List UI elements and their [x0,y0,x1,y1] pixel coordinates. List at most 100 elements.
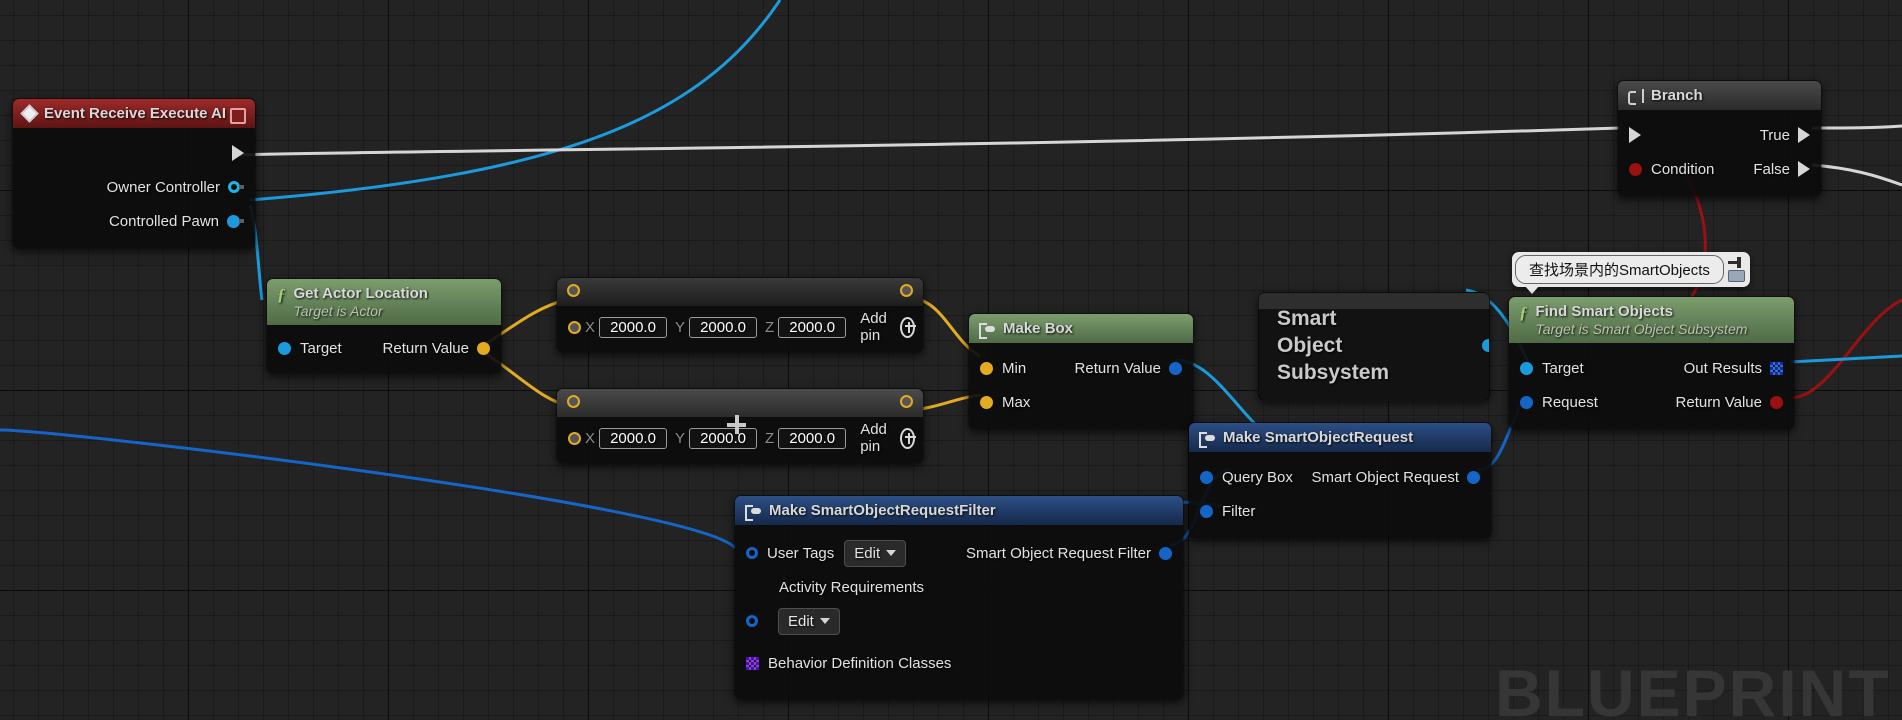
struct-pin[interactable] [1200,504,1213,518]
pin-icon[interactable] [1727,257,1743,268]
pin-row-query-box[interactable]: Query Box Smart Object Request [1189,460,1491,494]
z-input[interactable]: 2000.0 [778,427,847,449]
pin-row-controlled-pawn[interactable]: Controlled Pawn [13,204,255,238]
pin-row-min[interactable]: Min Return Value [969,351,1193,385]
array-grid-icon[interactable] [1770,361,1783,375]
node-make-vector-2[interactable]: X 2000.0 Y 2000.0 Z 2000.0 Add pin [556,388,924,464]
bool-pin[interactable] [1629,162,1642,176]
comment-bubble[interactable]: 查找场景内的SmartObjects [1512,252,1750,294]
vector-fields-row[interactable]: X 2000.0 Y 2000.0 Z 2000.0 Add pin [557,310,923,344]
node-header[interactable]: Make SmartObjectRequestFilter [735,496,1183,525]
vector-output-pin[interactable] [900,395,913,408]
pin-row-target[interactable]: Target Return Value [267,331,501,365]
add-pin-button[interactable]: Add pin [860,421,916,455]
object-pin[interactable] [278,341,291,355]
vector-input-pin-top[interactable] [567,395,580,408]
z-axis-label: Z [765,429,775,447]
vector-input-pin-top[interactable] [567,284,580,297]
pin-row-activity-requirements[interactable]: Edit [735,601,1183,641]
pin-row-filter[interactable]: Filter [1189,494,1491,528]
struct-pin-hollow[interactable] [746,615,758,627]
struct-pin[interactable] [1200,470,1213,484]
y-input[interactable]: 2000.0 [689,316,758,338]
pin-row-owner-controller[interactable]: Owner Controller [13,170,255,204]
array-grid-icon[interactable] [746,656,759,670]
blueprint-graph-canvas[interactable]: BLUEPRINT Event Receive Execute AI Owner… [0,0,1902,720]
node-title: Make Box [1003,320,1074,337]
object-output-pin[interactable] [1482,339,1489,352]
node-header[interactable]: Make Box [969,314,1193,343]
subsystem-line-1: Smart [1277,307,1337,331]
min-label: Min [1002,359,1027,377]
stop-square-icon[interactable] [230,108,246,124]
plus-circle-icon[interactable] [899,427,916,449]
node-make-smart-object-request-filter[interactable]: Make SmartObjectRequestFilter User Tags … [734,495,1184,700]
behavior-definition-classes-row[interactable]: Behavior Definition Classes [735,641,1183,685]
pin-row-max[interactable]: Max [969,385,1193,419]
struct-pin[interactable] [1159,546,1172,560]
node-header[interactable] [557,389,923,417]
subsystem-line-3: Subsystem [1277,360,1390,384]
node-event-receive-execute-ai[interactable]: Event Receive Execute AI Owner Controlle… [12,98,256,249]
vector-pin[interactable] [980,361,993,375]
pin-row-condition[interactable]: Condition False [1618,152,1821,186]
add-pin-button[interactable]: Add pin [860,310,916,344]
exec-out-false-pin[interactable] [1798,161,1810,177]
node-title: Make SmartObjectRequest [1223,429,1414,446]
struct-make-icon [1199,431,1215,448]
vector-fields-row[interactable]: X 2000.0 Y 2000.0 Z 2000.0 Add pin [557,421,923,455]
node-header[interactable]: Event Receive Execute AI [13,99,255,128]
keyboard-icon[interactable] [1727,270,1745,282]
exec-out-pin[interactable] [232,145,244,161]
vector-output-pin[interactable] [900,284,913,297]
node-header[interactable]: ƒ Find Smart Objects Target is Smart Obj… [1509,297,1794,343]
plus-circle-icon[interactable] [899,316,916,338]
node-find-smart-objects[interactable]: ƒ Find Smart Objects Target is Smart Obj… [1508,296,1795,430]
activity-edit-button[interactable]: Edit [778,607,840,635]
exec-in-pin[interactable] [1629,127,1641,143]
pin-row-request[interactable]: Request Return Value [1509,385,1794,419]
node-get-actor-location[interactable]: ƒ Get Actor Location Target is Actor Tar… [266,278,502,374]
node-body: Smart Object Subsystem [1259,293,1489,400]
x-axis-label: X [585,429,596,447]
node-branch[interactable]: Branch True Condition False [1617,80,1822,197]
node-body: Query Box Smart Object Request Filter [1189,452,1491,538]
node-body: User Tags Edit Smart Object Request Filt… [735,525,1183,699]
y-axis-label: Y [675,429,686,447]
x-input[interactable]: 2000.0 [599,316,668,338]
struct-pin[interactable] [1520,395,1533,409]
node-make-box[interactable]: Make Box Min Return Value Max [968,313,1194,430]
behavior-definition-classes-label: Behavior Definition Classes [768,654,952,672]
node-make-smart-object-request[interactable]: Make SmartObjectRequest Query Box Smart … [1188,422,1492,539]
z-input[interactable]: 2000.0 [778,316,847,338]
vector-input-pin[interactable] [568,320,581,334]
bool-pin[interactable] [1770,395,1783,409]
y-input[interactable]: 2000.0 [689,427,758,449]
chevron-down-icon[interactable] [886,550,897,556]
struct-pin-hollow[interactable] [746,547,758,559]
query-box-label: Query Box [1222,468,1293,486]
node-smart-object-subsystem[interactable]: Smart Object Subsystem [1258,292,1490,401]
return-value-label: Return Value [382,339,469,357]
struct-pin[interactable] [1467,470,1480,484]
node-header[interactable]: ƒ Get Actor Location Target is Actor [267,279,501,325]
vector-input-pin[interactable] [568,431,581,445]
x-input[interactable]: 2000.0 [599,427,668,449]
object-pin[interactable] [1520,361,1533,375]
node-header[interactable] [557,278,923,306]
watermark: BLUEPRINT [1495,656,1891,720]
node-make-vector-1[interactable]: X 2000.0 Y 2000.0 Z 2000.0 Add pin [556,277,924,353]
pin-row-exec[interactable]: True [1618,118,1821,152]
vector-pin[interactable] [477,341,490,355]
node-header[interactable]: Make SmartObjectRequest [1189,423,1491,452]
exec-out-true-pin[interactable] [1798,127,1810,143]
node-header[interactable]: Branch [1618,81,1821,110]
struct-pin[interactable] [1169,361,1182,375]
pin-row-exec-out[interactable] [13,136,255,170]
node-title: Branch [1651,87,1703,104]
pin-row-target[interactable]: Target Out Results [1509,351,1794,385]
vector-pin[interactable] [980,395,993,409]
pin-row-user-tags[interactable]: User Tags Edit Smart Object Request Filt… [735,533,1183,573]
user-tags-edit-button[interactable]: Edit [844,539,907,567]
chevron-down-icon[interactable] [819,618,830,624]
